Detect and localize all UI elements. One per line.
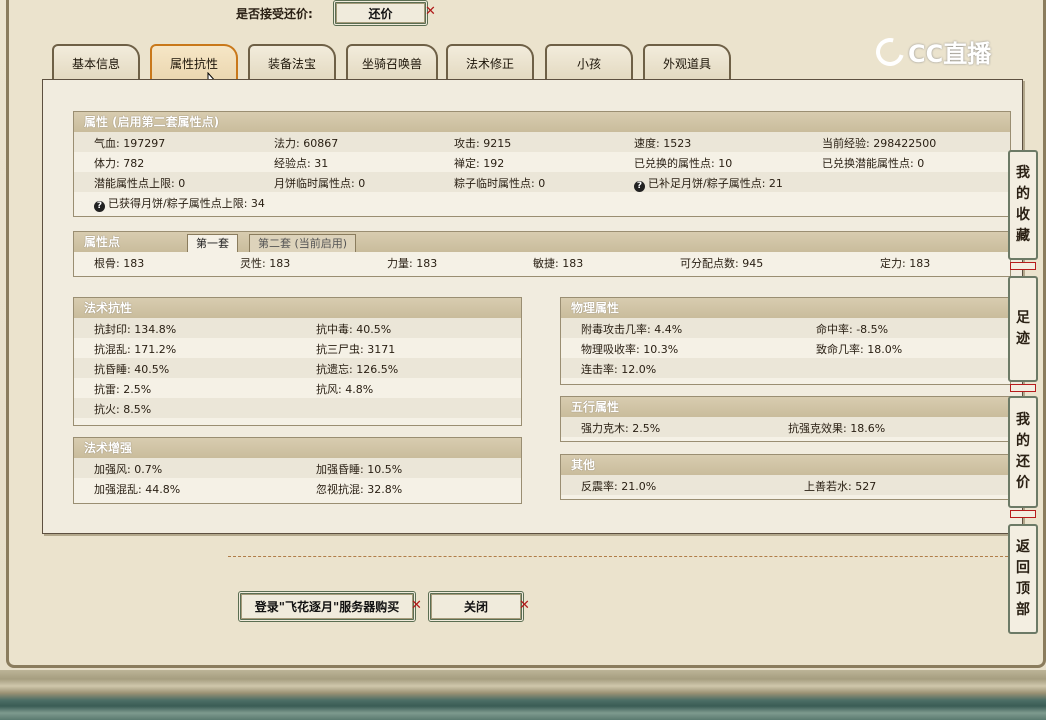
magic-resist-title: 法术抗性 (74, 298, 521, 318)
help-icon[interactable]: ? (94, 201, 105, 212)
offer-label: 是否接受还价: (236, 7, 313, 21)
physical-row: 连击率: 12.0% (561, 358, 1010, 378)
counter-offer-button[interactable]: 还价 (333, 0, 428, 26)
cc-live-logo: CC直播 (870, 32, 991, 71)
five-elements-title: 五行属性 (561, 397, 1010, 417)
tab-point-set-2[interactable]: 第二套 (当前启用) (249, 234, 357, 252)
hp-value: 气血: 197297 (94, 137, 166, 150)
mp-value: 法力: 60867 (274, 137, 339, 150)
mooncake-filled-cell: ? 已补足月饼/粽子属性点: 21 (634, 175, 783, 192)
other-title: 其他 (561, 455, 1010, 475)
tab-equipment[interactable]: 装备法宝 (248, 44, 336, 80)
allocatable-points-value: 可分配点数: 945 (680, 257, 764, 270)
attack-value: 攻击: 9215 (454, 137, 512, 150)
counter-offer-close-icon[interactable]: ✕ (425, 4, 436, 19)
physical-row: 附毒攻击几率: 4.4% 命中率: -8.5% (561, 318, 1010, 338)
boost-row: 加强风: 0.7% 加强昏睡: 10.5% (74, 458, 521, 478)
back-to-top-button[interactable]: 返回顶部 (1008, 524, 1038, 634)
close-button[interactable]: 关闭 (428, 591, 524, 622)
side-separator (1010, 384, 1036, 392)
footprints-button[interactable]: 足迹 (1008, 276, 1038, 382)
side-separator (1010, 262, 1036, 270)
counter-offer-label: 还价 (368, 6, 393, 21)
strength-value: 力量: 183 (387, 257, 438, 270)
boost-row: 加强混乱: 44.8% 忽视抗混: 32.8% (94, 483, 403, 496)
login-buy-close-icon: ✕ (411, 598, 422, 613)
resist-row: 抗火: 8.5% (74, 398, 521, 418)
help-icon[interactable]: ? (634, 181, 645, 192)
resist-row: 抗封印: 134.8% 抗中毒: 40.5% (74, 318, 521, 338)
tab-appearance[interactable]: 外观道具 (643, 44, 731, 80)
magic-boost-title: 法术增强 (74, 438, 521, 458)
divider (228, 556, 1008, 557)
physical-title: 物理属性 (561, 298, 1010, 318)
tab-point-set-1[interactable]: 第一套 (187, 234, 238, 252)
exp-points-value: 经验点: 31 (274, 157, 329, 170)
side-separator (1010, 510, 1036, 518)
attr-row: ? 已获得月饼/粽子属性点上限: 34 (74, 192, 1010, 212)
other-row: 反震率: 21.0% 上善若水: 527 (561, 475, 1010, 495)
resist-row: 抗雷: 2.5% 抗风: 4.8% (94, 383, 374, 396)
attr-row: 体力: 782 经验点: 31 禅定: 192 已兑换的属性点: 10 已兑换潜… (74, 152, 1010, 172)
login-server-buy-button[interactable]: 登录"飞花逐月"服务器购买 (238, 591, 416, 622)
physical-row: 物理吸收率: 10.3% 致命几率: 18.0% (581, 343, 903, 356)
mooncake-temp-value: 月饼临时属性点: 0 (274, 177, 366, 190)
attributes-section: 属性 (启用第二套属性点) 气血: 197297 法力: 60867 攻击: 9… (73, 111, 1011, 217)
page: 是否接受还价: 还价 ✕ 基本信息 属性抗性 装备法宝 坐骑召唤兽 法术修正 小… (0, 0, 1046, 720)
five-elements-row: 强力克木: 2.5% 抗强克效果: 18.6% (561, 417, 1010, 437)
other-section: 其他 反震率: 21.0% 上善若水: 527 (560, 454, 1011, 500)
agility-value: 敏捷: 183 (533, 257, 584, 270)
bottom-border (0, 670, 1046, 720)
points-row: 根骨: 183 灵性: 183 力量: 183 敏捷: 183 可分配点数: 9… (74, 252, 1010, 272)
attr-row: 潜能属性点上限: 0 月饼临时属性点: 0 粽子临时属性点: 0 ? 已补足月饼/… (74, 172, 1010, 192)
five-elements-section: 五行属性 强力克木: 2.5% 抗强克效果: 18.6% (560, 396, 1011, 442)
close-x-icon: ✕ (519, 598, 530, 613)
mooncake-limit-cell: ? 已获得月饼/粽子属性点上限: 34 (94, 195, 265, 212)
tab-basic-info[interactable]: 基本信息 (52, 44, 140, 80)
tab-mounts-pets[interactable]: 坐骑召唤兽 (346, 44, 438, 80)
stamina-value: 体力: 782 (94, 157, 145, 170)
speed-value: 速度: 1523 (634, 137, 692, 150)
bone-value: 根骨: 183 (94, 257, 145, 270)
zen-value: 禅定: 192 (454, 157, 505, 170)
physical-section: 物理属性 附毒攻击几率: 4.4% 命中率: -8.5% 物理吸收率: 10.3%… (560, 297, 1011, 385)
exchanged-potential-value: 已兑换潜能属性点: 0 (822, 157, 925, 170)
attribute-points-head: 属性点 第一套 第二套 (当前启用) (74, 232, 1010, 252)
my-counter-offers-button[interactable]: 我的还价 (1008, 396, 1038, 508)
attribute-points-section: 属性点 第一套 第二套 (当前启用) 根骨: 183 灵性: 183 力量: 1… (73, 231, 1011, 277)
stability-value: 定力: 183 (880, 257, 931, 270)
attributes-title: 属性 (启用第二套属性点) (74, 112, 1010, 132)
cc-logo-icon (870, 32, 910, 71)
resist-row: 抗昏睡: 40.5% 抗遗忘: 126.5% (74, 358, 521, 378)
attribute-points-title: 属性点 (84, 235, 121, 249)
attr-row: 气血: 197297 法力: 60867 攻击: 9215 速度: 1523 当… (74, 132, 1010, 152)
magic-resist-section: 法术抗性 抗封印: 134.8% 抗中毒: 40.5% 抗混乱: 171.2% 抗三… (73, 297, 522, 426)
spirit-value: 灵性: 183 (240, 257, 291, 270)
my-favorites-button[interactable]: 我的收藏 (1008, 150, 1038, 260)
zongzi-temp-value: 粽子临时属性点: 0 (454, 177, 546, 190)
exchanged-points-value: 已兑换的属性点: 10 (634, 157, 733, 170)
potential-limit-value: 潜能属性点上限: 0 (94, 177, 186, 190)
current-exp-value: 当前经验: 298422500 (822, 137, 937, 150)
main-panel: 属性 (启用第二套属性点) 气血: 197297 法力: 60867 攻击: 9… (42, 79, 1023, 534)
tab-attributes-resist[interactable]: 属性抗性 (150, 44, 238, 80)
tab-spell-modifiers[interactable]: 法术修正 (446, 44, 534, 80)
tab-children[interactable]: 小孩 (545, 44, 633, 80)
magic-boost-section: 法术增强 加强风: 0.7% 加强昏睡: 10.5% 加强混乱: 44.8% 忽视抗… (73, 437, 522, 504)
resist-row: 抗混乱: 171.2% 抗三尸虫: 3171 (94, 343, 396, 356)
